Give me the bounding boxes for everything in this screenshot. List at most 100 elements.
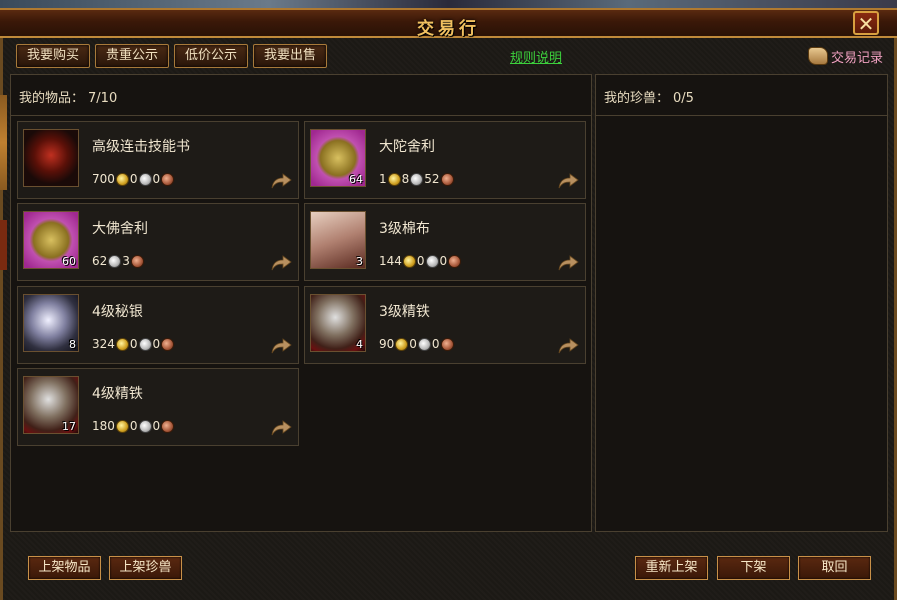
item-name: 高级连击技能书 [92,139,190,155]
tab-valuable-notice[interactable]: 贵重公示 [95,44,170,68]
item-card[interactable]: 8 4级秘银 324 0 0 [17,286,299,364]
game-scene-backdrop [0,0,897,8]
tab-lowprice-notice[interactable]: 低价公示 [174,44,249,68]
copper-coin-icon [440,172,454,186]
item-quantity: 3 [356,255,363,268]
item-price: 1 8 52 [379,172,455,186]
silver-coin-icon [138,172,152,186]
copper-coin-icon [130,254,144,268]
item-name: 3级精铁 [379,304,430,320]
list-pet-button[interactable]: 上架珍兽 [109,556,182,580]
item-name: 4级秘银 [92,304,143,320]
share-arrow-icon[interactable] [557,172,579,190]
price-copper: 3 [122,254,130,268]
trade-log-button[interactable]: 交易记录 [807,44,883,68]
copper-coin-icon [440,337,454,351]
item-card[interactable]: 60 大佛舍利 62 3 [17,203,299,281]
copper-coin-icon [448,254,462,268]
silver-coin-icon [138,337,152,351]
delist-button[interactable]: 下架 [717,556,790,580]
item-card[interactable]: 高级连击技能书 700 0 0 [17,121,299,199]
buddha-relic-icon: 60 [23,211,79,269]
item-name: 大佛舍利 [92,221,148,237]
share-arrow-icon[interactable] [557,254,579,272]
scroll-icon [807,47,828,65]
divider [596,115,887,116]
price-copper: 0 [152,172,161,186]
my-pets-header: 我的珍兽： 0/5 [604,87,694,106]
share-arrow-icon[interactable] [270,419,292,437]
iron-ore-icon: 4 [310,294,366,352]
my-pets-count: 0/5 [673,91,694,106]
tab-sell[interactable]: 我要出售 [253,44,328,68]
my-items-label: 我的物品： [19,91,85,106]
side-decoration [0,95,7,190]
item-name: 大陀舍利 [379,139,435,155]
close-button[interactable]: ✕ [853,11,879,35]
price-copper: 52 [424,172,440,186]
buddha-relic-icon: 64 [310,129,366,187]
gold-coin-icon [115,337,129,351]
item-price: 90 0 0 [379,337,455,351]
tab-buy[interactable]: 我要购买 [16,44,91,68]
copper-coin-icon [161,172,175,186]
iron-ore-icon: 17 [23,376,79,434]
item-quantity: 64 [349,173,363,186]
gold-coin-icon [402,254,416,268]
item-price: 144 0 0 [379,254,462,268]
item-quantity: 4 [356,338,363,351]
window-title: 交易行 [417,19,480,39]
item-price: 700 0 0 [92,172,175,186]
silver-coin-icon [410,172,424,186]
price-copper: 0 [152,419,161,433]
share-arrow-icon[interactable] [270,172,292,190]
share-arrow-icon[interactable] [557,337,579,355]
item-price: 180 0 0 [92,419,175,433]
price-silver: 0 [416,254,425,268]
item-quantity: 60 [62,255,76,268]
price-gold: 1 [379,172,387,186]
title-bar: 交易行 ✕ [0,8,897,39]
mithril-ore-icon: 8 [23,294,79,352]
price-gold: 144 [379,254,402,268]
silver-coin-icon [417,337,431,351]
my-pets-panel: 我的珍兽： 0/5 [595,74,888,532]
my-items-count: 7/10 [88,91,118,106]
share-arrow-icon[interactable] [270,254,292,272]
item-price: 324 0 0 [92,337,175,351]
price-silver: 62 [92,254,108,268]
gold-coin-icon [115,419,129,433]
my-items-header: 我的物品： 7/10 [19,87,117,106]
cotton-cloth-icon: 3 [310,211,366,269]
item-card[interactable]: 17 4级精铁 180 0 0 [17,368,299,446]
item-card[interactable]: 3 3级棉布 144 0 0 [304,203,586,281]
price-silver: 0 [129,337,138,351]
copper-coin-icon [161,337,175,351]
item-price: 62 3 [92,254,145,268]
list-item-button[interactable]: 上架物品 [28,556,101,580]
copper-coin-icon [161,419,175,433]
gold-coin-icon [395,337,409,351]
price-silver: 0 [409,337,417,351]
item-name: 3级棉布 [379,221,430,237]
trade-log-label: 交易记录 [830,50,883,66]
price-silver: 0 [129,172,138,186]
cancel-button[interactable]: 取回 [798,556,871,580]
my-pets-label: 我的珍兽： [604,91,670,106]
price-gold: 90 [379,337,395,351]
silver-coin-icon [425,254,439,268]
price-silver: 8 [401,172,410,186]
item-quantity: 8 [69,338,76,351]
relist-button[interactable]: 重新上架 [635,556,708,580]
item-card[interactable]: 4 3级精铁 90 0 0 [304,286,586,364]
item-card[interactable]: 64 大陀舍利 1 8 52 [304,121,586,199]
rules-link[interactable]: 规则说明 [510,47,562,66]
price-silver: 0 [129,419,138,433]
price-gold: 700 [92,172,115,186]
price-gold: 324 [92,337,115,351]
silver-coin-icon [138,419,152,433]
tab-bar: 我要购买 贵重公示 低价公示 我要出售 [16,44,328,68]
share-arrow-icon[interactable] [270,337,292,355]
side-decoration [0,220,7,270]
silver-coin-icon [108,254,122,268]
